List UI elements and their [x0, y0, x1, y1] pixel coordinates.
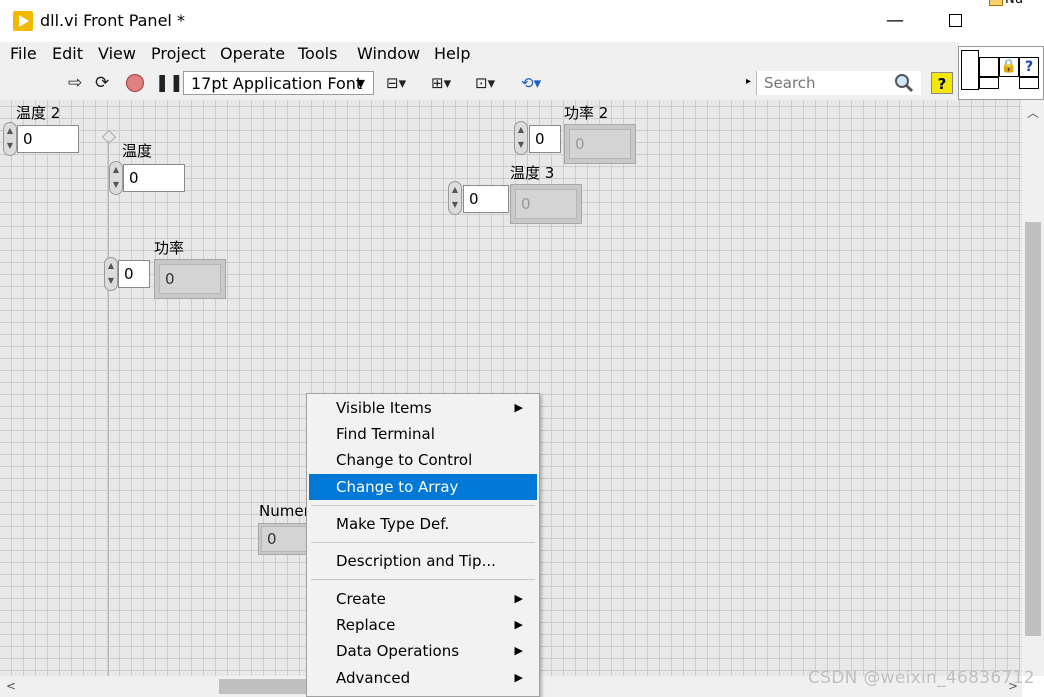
run-continuously-icon[interactable]: ⟳ — [95, 73, 109, 93]
background-window-label: Nu — [1005, 0, 1023, 7]
labview-vi-icon — [13, 11, 33, 31]
resize-objects-icon[interactable]: ⊡▾ — [475, 73, 495, 93]
numeric-indicator-value: 0 — [261, 526, 311, 552]
power-numeric-control[interactable]: 0 — [118, 260, 150, 288]
horizontal-scroll-thumb[interactable] — [219, 679, 309, 694]
temp3-numeric-indicator: 0 — [510, 184, 582, 224]
help-question-icon: ? — [1019, 57, 1039, 77]
alignment-guide — [108, 140, 109, 676]
submenu-arrow-icon: ▶ — [514, 671, 523, 684]
menu-tools[interactable]: Tools — [298, 44, 337, 63]
power2-numeric-indicator: 0 — [564, 124, 636, 164]
reorder-icon[interactable]: ⟲▾ — [521, 73, 541, 93]
menu-item-data-operations[interactable]: Data Operations ▶ — [309, 638, 537, 664]
temp2-label: 温度 2 — [16, 104, 61, 122]
background-window-corner: Nu — [975, 0, 1044, 46]
menu-item-label: Make Type Def. — [336, 515, 450, 533]
font-dropdown-value: 17pt Application Font — [191, 74, 363, 93]
connector-pane[interactable]: 🔒 ? — [958, 46, 1044, 100]
power-label: 功率 — [154, 239, 185, 257]
pause-icon[interactable]: ❚❚ — [155, 73, 184, 93]
menu-item-replace[interactable]: Replace ▶ — [309, 612, 537, 638]
temp-numeric-control[interactable]: 0 — [123, 164, 185, 192]
align-objects-icon[interactable]: ⊟▾ — [386, 73, 406, 93]
menu-separator — [311, 505, 535, 506]
submenu-arrow-icon: ▶ — [514, 401, 523, 414]
menu-item-change-to-array[interactable]: Change to Array — [309, 474, 537, 500]
menu-item-label: Description and Tip... — [336, 552, 496, 570]
lock-icon: 🔒 — [999, 57, 1019, 77]
menu-separator — [311, 542, 535, 543]
menu-item-make-type-def[interactable]: Make Type Def. — [309, 511, 537, 537]
abort-execution-icon[interactable] — [126, 74, 144, 92]
menu-operate[interactable]: Operate — [220, 44, 285, 63]
chevron-down-icon: ▼ — [356, 77, 365, 90]
menu-item-description-and-tip[interactable]: Description and Tip... — [309, 548, 537, 574]
menu-item-label: Advanced — [336, 669, 411, 687]
submenu-arrow-icon: ▶ — [514, 618, 523, 631]
scroll-left-icon[interactable]: < — [6, 679, 16, 693]
power-increment-decrement[interactable]: ▲ ▼ — [104, 257, 118, 291]
distribute-objects-icon[interactable]: ⊞▾ — [431, 73, 451, 93]
vi-icon-block — [979, 57, 999, 77]
menu-item-label: Visible Items — [336, 399, 432, 417]
menu-item-change-to-control[interactable]: Change to Control — [309, 447, 537, 473]
connector-terminal[interactable] — [961, 50, 979, 90]
temp2-numeric-control[interactable]: 0 — [17, 125, 79, 153]
menu-help[interactable]: Help — [434, 44, 470, 63]
menu-item-visible-items[interactable]: Visible Items ▶ — [309, 395, 537, 421]
menu-separator — [311, 579, 535, 580]
run-arrow-icon[interactable]: ⇨ — [68, 73, 82, 93]
window-title: dll.vi Front Panel * — [40, 11, 185, 30]
menu-bar: File Edit View Project Operate Tools Win… — [0, 42, 958, 66]
menu-view[interactable]: View — [98, 44, 136, 63]
minimize-button[interactable]: — — [880, 8, 910, 34]
menu-edit[interactable]: Edit — [52, 44, 83, 63]
search-icon[interactable] — [893, 72, 915, 94]
power-numeric-indicator: 0 — [154, 259, 226, 299]
temp-label: 温度 — [122, 142, 153, 160]
menu-item-advanced[interactable]: Advanced ▶ — [309, 665, 537, 691]
maximize-button[interactable] — [940, 8, 970, 34]
menu-item-find-terminal[interactable]: Find Terminal — [309, 421, 537, 447]
menu-file[interactable]: File — [10, 44, 37, 63]
temp3-label: 温度 3 — [510, 164, 555, 182]
temp-increment-decrement[interactable]: ▲ ▼ — [109, 161, 123, 195]
temp3-increment-decrement[interactable]: ▲ ▼ — [448, 181, 462, 215]
numeric-label: Numer — [259, 502, 310, 520]
vertical-scroll-thumb[interactable] — [1025, 222, 1041, 636]
menu-item-label: Change to Array — [336, 478, 459, 496]
power2-label: 功率 2 — [564, 104, 609, 122]
temp2-increment-decrement[interactable]: ▲ ▼ — [3, 122, 17, 156]
connector-terminal[interactable] — [979, 77, 999, 89]
temp3-numeric-control[interactable]: 0 — [463, 185, 509, 213]
context-menu: Visible Items ▶ Find Terminal Change to … — [306, 393, 540, 697]
power-indicator-value: 0 — [159, 264, 221, 294]
scroll-up-icon[interactable]: ︿ — [1027, 104, 1039, 121]
watermark: CSDN @weixin_46836712 — [808, 668, 1035, 688]
wire-junction — [101, 129, 117, 145]
context-help-button[interactable]: ? — [931, 72, 953, 94]
submenu-arrow-icon: ▶ — [514, 644, 523, 657]
menu-item-label: Replace — [336, 616, 396, 634]
font-dropdown[interactable]: 17pt Application Font ▼ — [183, 71, 374, 95]
power2-indicator-value: 0 — [569, 129, 631, 159]
menu-item-label: Change to Control — [336, 451, 473, 469]
menu-window[interactable]: Window — [357, 44, 420, 63]
menu-project[interactable]: Project — [151, 44, 206, 63]
menu-item-label: Data Operations — [336, 642, 460, 660]
power2-increment-decrement[interactable]: ▲ ▼ — [514, 121, 528, 155]
menu-item-label: Create — [336, 590, 386, 608]
submenu-arrow-icon: ▶ — [514, 592, 523, 605]
power2-numeric-control[interactable]: 0 — [529, 125, 561, 153]
connector-terminal[interactable] — [1019, 77, 1039, 89]
menu-item-label: Find Terminal — [336, 425, 435, 443]
temp3-indicator-value: 0 — [515, 189, 577, 219]
menu-item-create[interactable]: Create ▶ — [309, 586, 537, 612]
numeric-terminal-icon — [989, 0, 1003, 6]
search-expand-icon[interactable]: ▸ — [746, 76, 751, 87]
